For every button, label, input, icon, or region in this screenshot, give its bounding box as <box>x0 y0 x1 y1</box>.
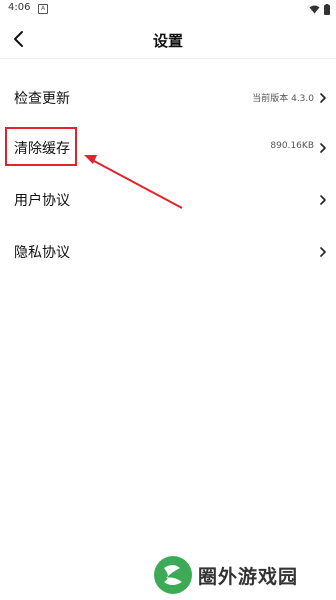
watermark-text: 圈外游戏园 <box>198 566 299 588</box>
watermark-logo-icon <box>154 556 192 594</box>
watermark: 圈外游戏园 <box>152 552 336 598</box>
annotation-arrow <box>84 155 183 209</box>
